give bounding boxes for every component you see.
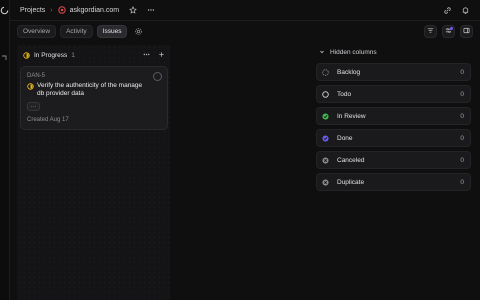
- column-name: In Review: [337, 112, 366, 120]
- star-icon[interactable]: [128, 6, 137, 15]
- hidden-column-in-review[interactable]: In Review 0: [316, 107, 471, 125]
- hidden-columns-label: Hidden columns: [330, 48, 377, 56]
- filter-button[interactable]: [424, 25, 437, 38]
- link-icon[interactable]: [443, 6, 452, 15]
- column-count: 0: [460, 90, 464, 98]
- column-name: Todo: [337, 90, 352, 98]
- hidden-column-done[interactable]: Done 0: [316, 129, 471, 147]
- hidden-column-duplicate[interactable]: Duplicate 0: [316, 173, 471, 191]
- left-rail: [0, 0, 10, 300]
- column-actions: [143, 51, 165, 60]
- breadcrumb: Projects › askgordian.com: [20, 6, 155, 15]
- issue-title: Verify the authenticity of the manage db…: [37, 82, 143, 97]
- column-header: In Progress 1: [23, 50, 165, 60]
- breadcrumb-projects[interactable]: Projects: [20, 7, 45, 14]
- issue-created-date: Created Aug 17: [27, 117, 69, 123]
- filter-icon: [427, 27, 434, 36]
- chevron-down-icon: [319, 49, 325, 55]
- hidden-column-canceled[interactable]: Canceled 0: [316, 151, 471, 169]
- column-name: Done: [337, 134, 353, 142]
- tab-issues[interactable]: Issues: [96, 24, 128, 38]
- in-progress-status-icon: [23, 51, 30, 59]
- view-tabs: Overview Activity Issues: [17, 24, 143, 38]
- project-icon: [57, 6, 66, 14]
- todo-circle-icon: [322, 90, 329, 98]
- column-count: 0: [460, 68, 464, 76]
- app-root: Projects › askgordian.com Overview Activ…: [0, 0, 480, 300]
- breadcrumb-separator: ›: [50, 6, 53, 14]
- done-check-icon: [322, 134, 329, 142]
- panel-toggle-icon: [463, 27, 470, 36]
- view-actions: [424, 25, 473, 38]
- add-issue-icon[interactable]: [158, 51, 165, 60]
- panel-toggle-button[interactable]: [460, 25, 473, 38]
- column-count: 1: [71, 51, 75, 59]
- column-more-icon[interactable]: [143, 51, 150, 60]
- column-count: 0: [460, 178, 464, 186]
- column-title: In Progress: [34, 51, 68, 59]
- hidden-columns-toggle[interactable]: Hidden columns: [319, 47, 471, 57]
- tabs-bar: Overview Activity Issues: [10, 21, 480, 41]
- top-bar-actions: [443, 6, 470, 15]
- board-column-in-progress: In Progress 1 DAN-5 Verify the authentic…: [17, 45, 170, 300]
- active-indicator-dot: [450, 27, 453, 30]
- in-review-check-icon: [322, 112, 329, 120]
- top-bar: Projects › askgordian.com: [10, 0, 480, 21]
- column-count: 0: [460, 112, 464, 120]
- issue-id: DAN-5: [27, 73, 46, 79]
- more-icon[interactable]: [146, 6, 155, 15]
- column-count: 0: [460, 134, 464, 142]
- gear-icon[interactable]: [134, 27, 143, 36]
- column-name: Duplicate: [337, 178, 365, 186]
- display-options-button[interactable]: [442, 25, 455, 38]
- issue-title-row: Verify the authenticity of the manage db…: [27, 82, 147, 98]
- backlog-dashed-circle-icon: [322, 68, 329, 76]
- hidden-column-backlog[interactable]: Backlog 0: [316, 63, 471, 81]
- bell-icon[interactable]: [461, 6, 470, 15]
- column-name: Backlog: [337, 68, 361, 76]
- issue-more-button[interactable]: ···: [27, 102, 40, 111]
- hidden-columns-panel: Hidden columns Backlog 0 Todo 0 In Revie…: [316, 47, 471, 191]
- app-logo-icon[interactable]: [0, 6, 9, 15]
- tab-activity[interactable]: Activity: [60, 24, 93, 38]
- hidden-column-todo[interactable]: Todo 0: [316, 85, 471, 103]
- column-count: 0: [460, 156, 464, 164]
- column-name: Canceled: [337, 156, 365, 164]
- pin-icon[interactable]: [1, 55, 7, 61]
- tab-overview[interactable]: Overview: [17, 24, 57, 38]
- breadcrumb-project[interactable]: askgordian.com: [70, 7, 119, 14]
- canceled-x-icon: [322, 156, 329, 164]
- in-progress-status-icon[interactable]: [27, 82, 34, 90]
- duplicate-x-icon: [322, 178, 329, 186]
- issue-card[interactable]: DAN-5 Verify the authenticity of the man…: [20, 66, 168, 130]
- assignee-avatar[interactable]: [153, 72, 162, 81]
